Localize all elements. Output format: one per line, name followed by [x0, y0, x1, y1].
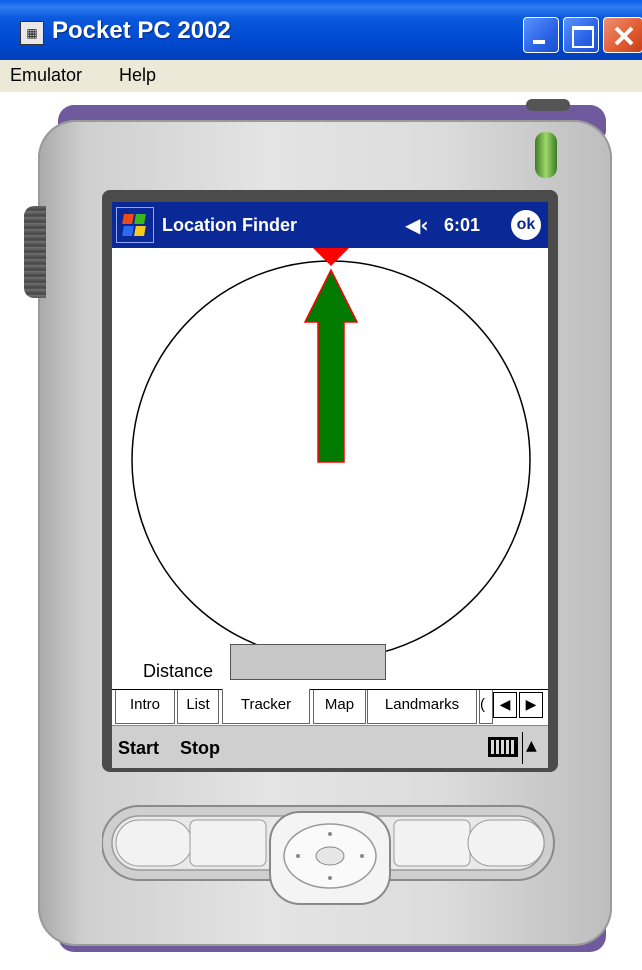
app-button-4[interactable]: [467, 819, 545, 867]
tab-list[interactable]: List: [177, 690, 219, 724]
close-button[interactable]: [603, 17, 642, 53]
app-title: Location Finder: [162, 215, 297, 235]
keyboard-icon[interactable]: [488, 737, 518, 757]
ok-button[interactable]: ok: [511, 210, 541, 240]
windows-flag-icon: [122, 214, 146, 236]
window-title: Pocket PC 2002: [52, 17, 231, 44]
tab-overflow[interactable]: (: [479, 690, 493, 724]
tab-scroll-right-button[interactable]: ▶: [519, 692, 543, 718]
app-button-3[interactable]: [393, 819, 471, 867]
distance-label: Distance: [143, 661, 214, 681]
minimize-button[interactable]: [523, 17, 559, 53]
maximize-button[interactable]: [563, 17, 599, 53]
stop-menu-item[interactable]: Stop: [180, 736, 220, 760]
sip-arrow-icon[interactable]: ▲: [526, 737, 537, 755]
device-screen: Location Finder ◀‹ 6:01 ok Distance Intr…: [112, 202, 548, 768]
app-button-2[interactable]: [189, 819, 267, 867]
dpad-center[interactable]: [315, 846, 345, 866]
clock[interactable]: 6:01: [444, 212, 480, 238]
menu-bar: [0, 60, 642, 92]
start-menu-item[interactable]: Start: [118, 736, 159, 760]
menu-emulator[interactable]: Emulator: [10, 64, 82, 86]
tab-bar: Intro List Tracker Map Landmarks ( ◀ ▶: [112, 688, 548, 726]
start-button[interactable]: [116, 207, 154, 243]
distance-field: [230, 644, 386, 680]
command-bar: Start Stop ▲: [112, 725, 548, 768]
menu-help[interactable]: Help: [119, 64, 156, 86]
sip-divider: [522, 732, 523, 764]
emulator-icon[interactable]: ▦: [20, 21, 44, 45]
compass: [131, 248, 531, 660]
hardware-buttons: [102, 805, 555, 905]
tab-tracker[interactable]: Tracker: [222, 688, 310, 724]
tab-scroll-left-button[interactable]: ◀: [493, 692, 517, 718]
tab-map[interactable]: Map: [313, 690, 366, 724]
jog-wheel[interactable]: [24, 206, 46, 298]
tab-intro[interactable]: Intro: [115, 690, 175, 724]
speaker-icon[interactable]: ◀‹: [405, 214, 429, 236]
notification-led: [535, 132, 557, 178]
tab-landmarks[interactable]: Landmarks: [367, 690, 477, 724]
stylus: [526, 99, 570, 111]
close-icon: [614, 26, 634, 46]
app-button-1[interactable]: [115, 819, 193, 867]
